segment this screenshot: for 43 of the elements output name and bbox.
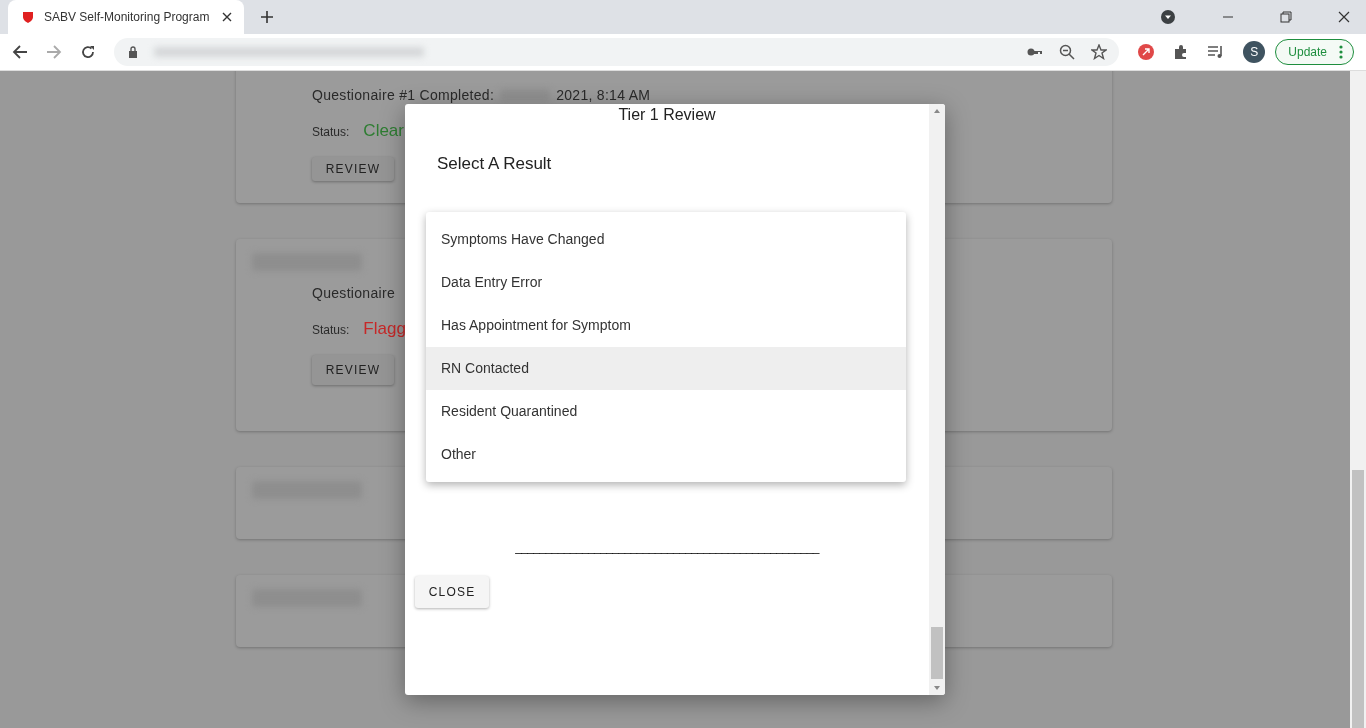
dialog-title: Tier 1 Review: [617, 106, 717, 124]
menu-option[interactable]: Has Appointment for Symptom: [426, 304, 906, 347]
dropdown-icon[interactable]: [1160, 9, 1176, 25]
update-button[interactable]: Update: [1275, 39, 1354, 65]
menu-option[interactable]: Symptoms Have Changed: [426, 218, 906, 261]
status-label: Status:: [312, 323, 350, 337]
menu-option[interactable]: Data Entry Error: [426, 261, 906, 304]
profile-avatar[interactable]: S: [1243, 41, 1266, 63]
page-scrollbar[interactable]: [1350, 71, 1366, 728]
questionnaire-label: Questionaire: [312, 285, 395, 301]
tab-title: SABV Self-Monitoring Program: [44, 10, 211, 24]
restore-icon[interactable]: [1280, 11, 1292, 23]
extension-icon[interactable]: [1137, 43, 1156, 61]
lock-icon: [128, 46, 138, 58]
menu-option[interactable]: RN Contacted: [426, 347, 906, 390]
browser-tab[interactable]: SABV Self-Monitoring Program: [8, 0, 244, 34]
close-button[interactable]: CLOSE: [415, 576, 489, 608]
status-value: Flagg: [363, 319, 406, 339]
key-icon[interactable]: [1027, 47, 1044, 57]
reload-icon[interactable]: [80, 44, 96, 60]
new-tab-icon[interactable]: [260, 10, 274, 24]
close-icon[interactable]: [1338, 11, 1350, 23]
review-button[interactable]: REVIEW: [312, 355, 394, 385]
scroll-down-icon[interactable]: [933, 685, 941, 691]
dialog-heading: Select A Result: [437, 154, 553, 174]
zoom-out-icon[interactable]: [1059, 44, 1076, 60]
menu-option[interactable]: Other: [426, 433, 906, 476]
star-icon[interactable]: [1091, 44, 1108, 60]
back-icon[interactable]: [12, 44, 28, 60]
scrollbar-thumb[interactable]: [1352, 470, 1364, 728]
status-label: Status:: [312, 125, 350, 139]
dialog-scrollbar[interactable]: [929, 104, 945, 695]
review-button[interactable]: REVIEW: [312, 157, 394, 181]
menu-option[interactable]: Resident Quarantined: [426, 390, 906, 433]
completed-time: 2021, 8:14 AM: [556, 87, 651, 103]
questionnaire-label: Questionaire #1 Completed:: [312, 87, 495, 103]
shield-icon: [22, 11, 34, 23]
status-value: Clear: [363, 121, 404, 141]
signature-line: __________________________________________________: [514, 540, 821, 554]
scroll-up-icon[interactable]: [933, 108, 941, 114]
close-icon[interactable]: [222, 12, 232, 22]
more-icon: [1339, 45, 1343, 59]
scrollbar-thumb[interactable]: [931, 627, 943, 679]
